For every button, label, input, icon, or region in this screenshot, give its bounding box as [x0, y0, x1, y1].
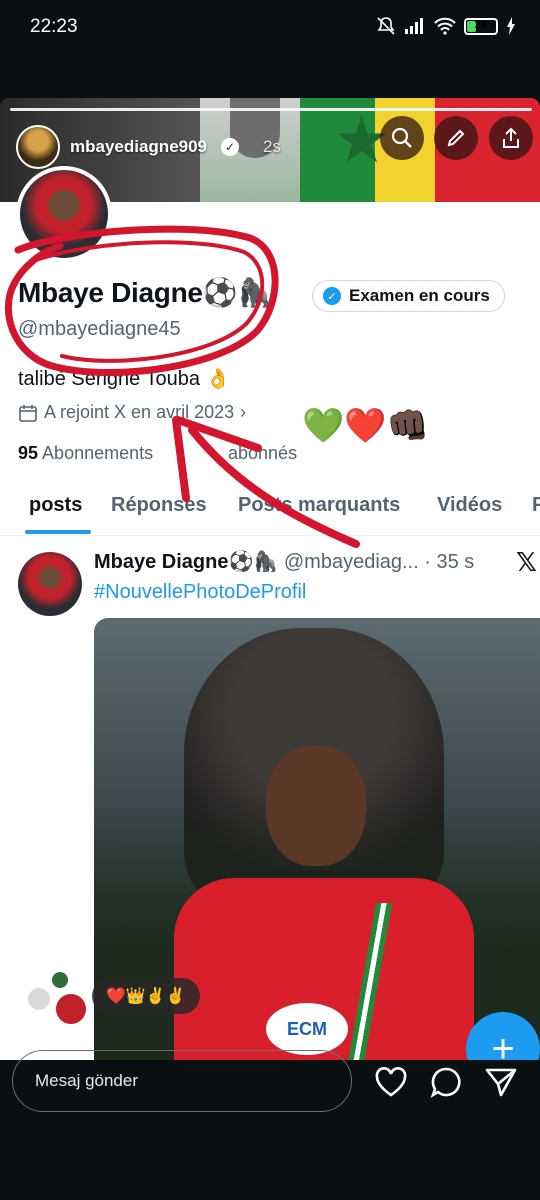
pencil-icon: [447, 129, 465, 147]
status-bar: 22:23 28: [0, 0, 540, 56]
following-count: 95: [18, 443, 39, 463]
profile-tabs: posts Réponses Posts marquants Vidéos P: [0, 486, 540, 536]
story-username[interactable]: mbayediagne909: [70, 137, 207, 157]
status-icons: 28: [376, 16, 516, 36]
chevron-right-icon: ›: [240, 402, 247, 422]
tweet-avatar[interactable]: [18, 552, 82, 616]
verified-icon: ✓: [221, 138, 240, 156]
profile-avatar[interactable]: [16, 166, 112, 262]
share-icon: [503, 127, 519, 148]
comment-button[interactable]: [428, 1064, 464, 1100]
story-age: 2s: [263, 137, 281, 156]
calendar-icon: [19, 404, 37, 422]
tweet-author-name[interactable]: Mbaye Diagne⚽🦍: [94, 551, 278, 573]
bell-muted-icon: [377, 17, 395, 35]
followers-link[interactable]: abonnés: [228, 443, 297, 464]
heart-icon: [375, 1067, 407, 1097]
story-header: mbayediagne909 ✓ 2s: [16, 125, 281, 169]
profile-display-name: Mbaye Diagne⚽🦍: [18, 277, 272, 308]
following-link[interactable]: 95 Abonnements: [18, 443, 153, 464]
x-logo-icon: 𝕏: [516, 547, 537, 577]
active-tab-indicator: [25, 530, 91, 534]
wifi-icon: [434, 17, 456, 35]
player-head: [266, 746, 366, 866]
edit-button[interactable]: [434, 116, 478, 160]
tweet-hashtag[interactable]: #NouvellePhotoDeProfil: [94, 581, 306, 604]
signal-icon: [405, 18, 423, 34]
plus-icon: +: [491, 1026, 515, 1061]
profile-bio: talibè Serigne Touba 👌: [18, 368, 231, 390]
verified-badge-icon: ✓: [323, 287, 341, 305]
emoji-sticker: 💚❤️👊🏿: [302, 407, 430, 445]
profile-handle: @mbayediagne45: [18, 318, 181, 340]
followers-label: abonnés: [228, 443, 298, 463]
share-button[interactable]: [489, 116, 533, 160]
profile-joined[interactable]: A rejoint X en avril 2023 ›: [18, 402, 246, 423]
message-input[interactable]: Mesaj gönder: [12, 1050, 352, 1112]
story-viewers[interactable]: [26, 968, 96, 1028]
like-button[interactable]: [373, 1064, 409, 1100]
paper-plane-icon: [485, 1068, 517, 1097]
story-progress-bar: [10, 108, 532, 111]
search-icon: [391, 127, 412, 148]
profile-joined-text: A rejoint X en avril 2023: [44, 402, 235, 422]
story-reply-bubble: ❤️👑✌️✌️: [92, 978, 200, 1014]
verification-status-label: Examen en cours: [349, 286, 490, 305]
send-button[interactable]: [483, 1064, 519, 1100]
story-avatar[interactable]: [16, 125, 60, 169]
tab-videos[interactable]: Vidéos: [437, 494, 502, 517]
tweet-header: Mbaye Diagne⚽🦍 @mbayediag... · 35 s: [94, 549, 474, 574]
tab-replies[interactable]: Réponses: [111, 494, 207, 517]
battery-icon: 28: [464, 17, 498, 35]
status-time: 22:23: [30, 16, 78, 37]
battery-level: 28: [474, 18, 488, 31]
following-label: Abonnements: [42, 443, 154, 463]
speech-bubble-icon: [430, 1067, 461, 1098]
tweet-handle-time: @mbayediag... · 35 s: [283, 551, 475, 573]
tab-posts[interactable]: posts: [29, 494, 82, 517]
tab-more[interactable]: P: [532, 494, 540, 517]
search-button[interactable]: [380, 116, 424, 160]
tab-highlights[interactable]: Posts marquants: [238, 494, 400, 517]
sponsor-logo: ECM: [266, 1003, 348, 1055]
charging-icon: [507, 17, 515, 35]
verification-status-button[interactable]: ✓ Examen en cours: [312, 280, 505, 312]
story-frame[interactable]: ★ mbayediagne909 ✓ 2s ✓ Examen en cours …: [0, 98, 540, 1060]
